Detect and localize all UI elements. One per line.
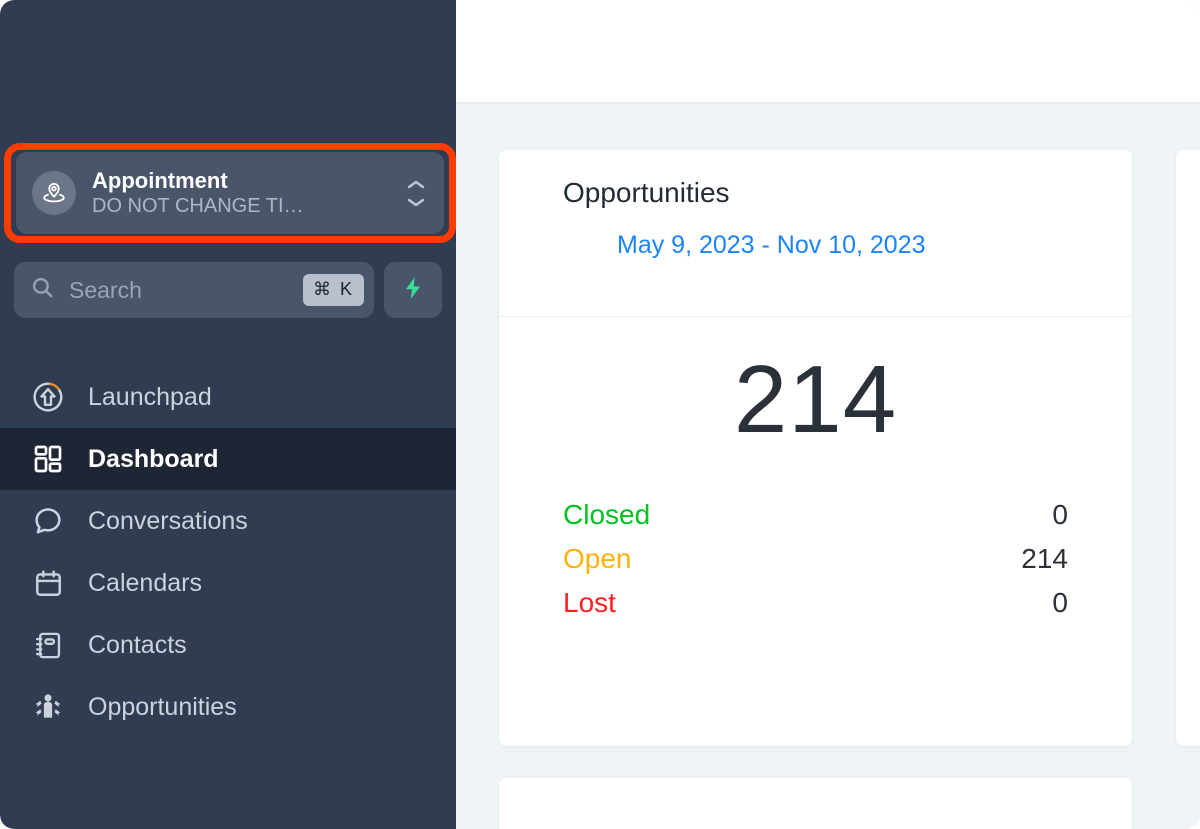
- sidebar-item-conversations[interactable]: Conversations: [0, 490, 456, 552]
- status-breakdown-list: Closed 0 Open 214 Lost 0: [563, 493, 1068, 625]
- sidebar-item-label: Calendars: [88, 568, 202, 597]
- status-row-lost: Lost 0: [563, 581, 1068, 625]
- search-icon: [30, 275, 55, 305]
- sidebar-item-label: Launchpad: [88, 382, 212, 411]
- dashboard-grid-icon: [30, 441, 66, 477]
- total-opportunities-value: 214: [733, 346, 898, 453]
- card-body: 214 Closed 0 Open 214 Lost 0: [499, 317, 1132, 625]
- workspace-text: Appointment DO NOT CHANGE TI…: [92, 168, 406, 219]
- status-row-closed: Closed 0: [563, 493, 1068, 537]
- status-row-open: Open 214: [563, 537, 1068, 581]
- search-shortcut-badge: ⌘ K: [302, 274, 364, 306]
- search-placeholder: Search: [69, 276, 142, 303]
- sidebar-item-label: Contacts: [88, 630, 187, 659]
- workspace-switcher-wrapper: Appointment DO NOT CHANGE TI…: [4, 143, 456, 243]
- sidebar-item-opportunities[interactable]: Opportunities: [0, 676, 456, 738]
- workspace-subtitle: DO NOT CHANGE TI…: [92, 194, 304, 217]
- status-value-open: 214: [1021, 543, 1068, 574]
- calendar-icon: [30, 565, 66, 601]
- sidebar: Appointment DO NOT CHANGE TI… Search ⌘ K…: [0, 0, 456, 829]
- location-pin-icon: [32, 171, 76, 215]
- top-header-bar: [456, 0, 1200, 102]
- sidebar-item-launchpad[interactable]: Launchpad: [0, 366, 456, 428]
- status-value-lost: 0: [1052, 587, 1068, 618]
- workspace-title: Appointment: [92, 167, 228, 193]
- sidebar-item-label: Opportunities: [88, 692, 237, 721]
- quick-action-button[interactable]: [384, 262, 442, 318]
- address-book-icon: [30, 627, 66, 663]
- main-area: Opportunities May 9, 2023 - Nov 10, 2023…: [456, 0, 1200, 829]
- chevron-up-down-icon[interactable]: [406, 179, 430, 208]
- opportunities-people-icon: [30, 689, 66, 725]
- status-value-closed: 0: [1052, 499, 1068, 530]
- sidebar-item-calendars[interactable]: Calendars: [0, 552, 456, 614]
- secondary-card-partial: [1176, 150, 1200, 746]
- opportunities-card: Opportunities May 9, 2023 - Nov 10, 2023…: [499, 150, 1132, 746]
- sidebar-top-spacer: [0, 0, 456, 148]
- card-header: Opportunities May 9, 2023 - Nov 10, 2023: [499, 150, 1132, 316]
- status-label-closed: Closed: [563, 499, 651, 530]
- search-row: Search ⌘ K: [14, 262, 442, 318]
- status-label-open: Open: [563, 543, 632, 574]
- sidebar-item-contacts[interactable]: Contacts: [0, 614, 456, 676]
- search-input[interactable]: Search ⌘ K: [14, 262, 374, 318]
- sidebar-item-dashboard[interactable]: Dashboard: [0, 428, 456, 490]
- sidebar-nav: Launchpad Dashboard Conversations Calend…: [0, 366, 456, 738]
- sidebar-item-label: Dashboard: [88, 444, 219, 473]
- lightning-bolt-icon: [400, 273, 426, 308]
- sidebar-item-label: Conversations: [88, 506, 248, 535]
- app-window: Appointment DO NOT CHANGE TI… Search ⌘ K…: [0, 0, 1200, 829]
- card-title: Opportunities: [563, 177, 730, 208]
- dashboard-content: Opportunities May 9, 2023 - Nov 10, 2023…: [456, 102, 1200, 829]
- chat-bubble-icon: [30, 503, 66, 539]
- launchpad-rocket-icon: [30, 379, 66, 415]
- bottom-card-partial: [499, 778, 1132, 829]
- workspace-switcher[interactable]: Appointment DO NOT CHANGE TI…: [16, 152, 444, 234]
- date-range-link[interactable]: May 9, 2023 - Nov 10, 2023: [617, 230, 1132, 260]
- status-label-lost: Lost: [563, 587, 616, 618]
